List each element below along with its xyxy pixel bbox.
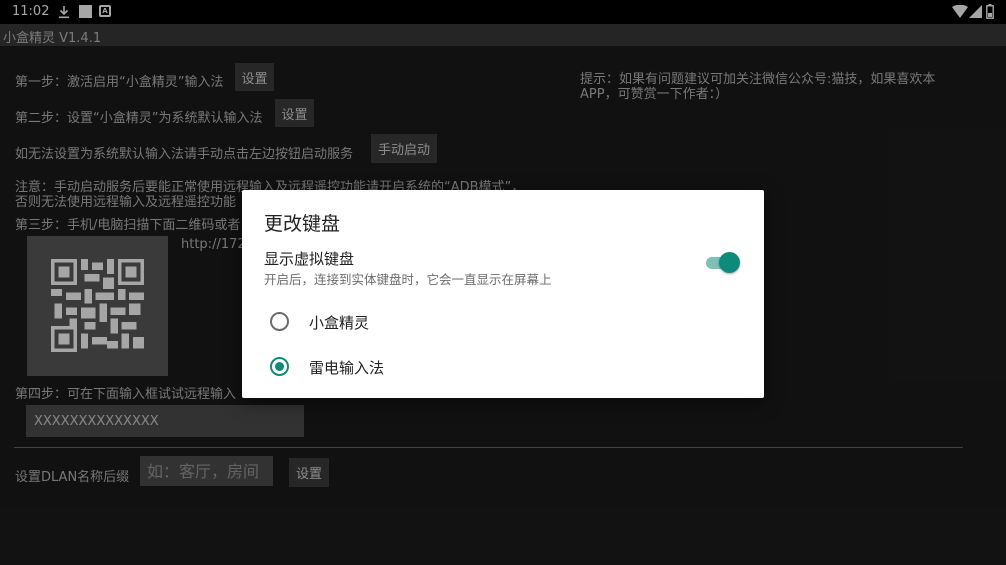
keyboard-option-xiaohe[interactable]: 小盒精灵 — [268, 307, 748, 337]
dialog-title: 更改键盘 — [264, 213, 341, 235]
keyboard-option-leidian[interactable]: 雷电输入法 — [268, 352, 748, 382]
radio-button-unchecked[interactable] — [270, 312, 289, 331]
radio-button-checked[interactable] — [270, 357, 289, 376]
virtual-keyboard-description: 开启后，连接到实体键盘时，它会一直显示在屏幕上 — [264, 272, 552, 287]
screen: 11:02 A 小盒精灵 V1.4.1 第一步：激活启用“小盒精灵”输入法 设置… — [0, 0, 1006, 565]
virtual-keyboard-label: 显示虚拟键盘 — [264, 250, 355, 268]
option-label: 小盒精灵 — [309, 314, 370, 332]
virtual-keyboard-toggle[interactable] — [705, 251, 740, 273]
option-label: 雷电输入法 — [309, 359, 385, 377]
change-keyboard-dialog: 更改键盘 显示虚拟键盘 开启后，连接到实体键盘时，它会一直显示在屏幕上 小盒精灵… — [242, 190, 764, 398]
toggle-thumb — [719, 252, 740, 273]
